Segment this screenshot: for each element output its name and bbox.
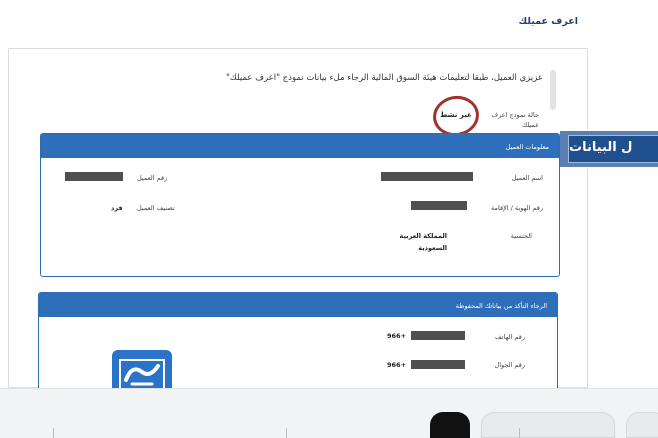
divider bbox=[519, 428, 520, 438]
nationality-label: الجنسية bbox=[510, 232, 532, 240]
mobile-value-redacted bbox=[411, 360, 465, 369]
classification-value: فرد bbox=[111, 204, 123, 212]
phone-value-redacted bbox=[411, 331, 465, 340]
scrollbar-thumb[interactable] bbox=[550, 70, 556, 110]
client-number-label: رقم العميل bbox=[137, 174, 168, 182]
light-pill-button-2[interactable] bbox=[626, 412, 658, 438]
phone-prefix: +966 bbox=[387, 332, 407, 340]
overlay-tab: ل البيانات bbox=[560, 130, 658, 168]
dark-pill-button[interactable] bbox=[430, 412, 470, 438]
contact-info-header: الرجاء التأكد من بياناتك المحفوظة bbox=[39, 293, 557, 317]
mobile-prefix: +966 bbox=[387, 361, 407, 369]
nationality-value: المملكة العربية السعودية bbox=[399, 232, 447, 252]
intro-text: عزيزي العميل، طبقا لتعليمات هيئة السوق ا… bbox=[226, 73, 543, 83]
id-value-redacted bbox=[411, 201, 467, 210]
client-number-value-redacted bbox=[65, 172, 123, 181]
client-name-label: اسم العميل bbox=[511, 174, 543, 182]
phone-label: رقم الهاتف bbox=[495, 333, 525, 341]
status-label: حالة نموذج اعرف عميلك bbox=[491, 111, 539, 129]
overlay-tab-text: ل البيانات bbox=[568, 135, 658, 163]
client-name-value-redacted bbox=[381, 172, 473, 181]
status-value: غير نشط bbox=[440, 111, 472, 119]
divider bbox=[53, 428, 54, 438]
light-pill-button[interactable] bbox=[481, 412, 615, 438]
mobile-label: رقم الجوال bbox=[494, 361, 525, 369]
client-info-header: معلومات العميل bbox=[41, 134, 559, 158]
client-info-card: معلومات العميل اسم العميل رقم الهوية / ا… bbox=[40, 133, 560, 277]
divider bbox=[286, 428, 287, 438]
id-label: رقم الهوية / الإقامة bbox=[491, 204, 543, 212]
classification-label: تصنيف العميل bbox=[137, 204, 175, 212]
page-title: اعرف عميلك bbox=[518, 16, 578, 27]
